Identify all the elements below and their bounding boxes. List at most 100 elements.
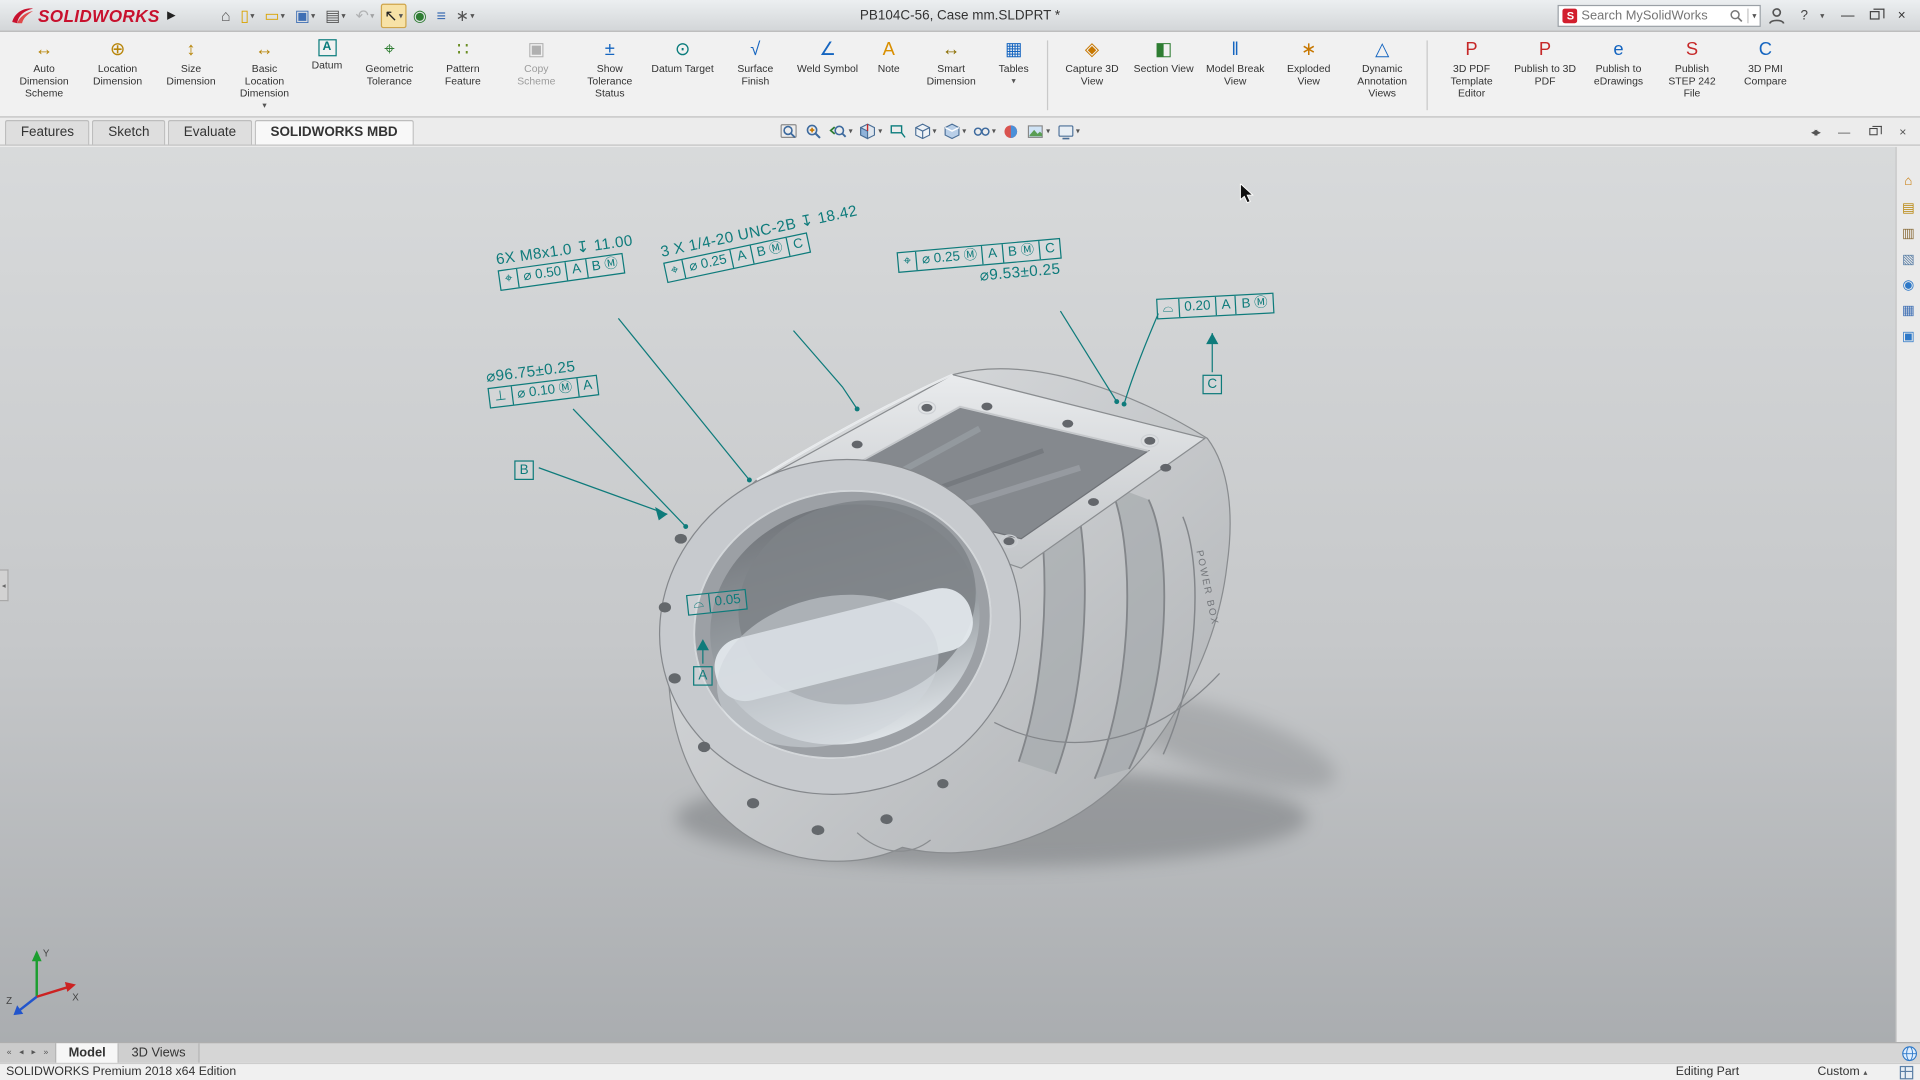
pane-arrows-button[interactable]: ◂▸ (1805, 121, 1825, 139)
select-button[interactable]: ↖▾ (381, 3, 407, 27)
options-button[interactable]: ∗▾ (452, 3, 478, 27)
ribbon-button-pattern-feature[interactable]: ∷Pattern Feature (426, 34, 499, 116)
feature-tree-collapse-handle[interactable]: ◂ (0, 569, 9, 601)
ribbon-button-publish-step-242-file[interactable]: SPublish STEP 242 File (1655, 34, 1728, 116)
bottom-tab-model[interactable]: Model (56, 1043, 119, 1063)
ribbon-button-publish-to-edrawings[interactable]: ePublish to eDrawings (1582, 34, 1655, 116)
dropdown-caret-icon[interactable]: ▾ (992, 126, 996, 136)
dropdown-caret-icon[interactable]: ▾ (311, 10, 315, 20)
gdt-annotation[interactable]: C (1202, 375, 1222, 395)
custom-properties-button[interactable]: ▦ (1898, 300, 1919, 320)
ribbon-button-model-break-view[interactable]: ‖Model Break View (1199, 34, 1272, 116)
tab-features[interactable]: Features (5, 120, 90, 144)
ribbon-button-smart-dimension[interactable]: ↔Smart Dimension (914, 34, 987, 116)
ribbon-button-location-dimension[interactable]: ⊕Location Dimension (81, 34, 154, 116)
ribbon-button-datum-target[interactable]: ⊙Datum Target (647, 34, 719, 116)
design-library-button[interactable]: ▤ (1898, 197, 1919, 217)
web-help-globe-icon[interactable] (1898, 1043, 1920, 1063)
search-icon[interactable] (1729, 8, 1744, 23)
ribbon-button-section-view[interactable]: ◧Section View (1129, 34, 1199, 116)
scroll-right-button[interactable]: ▸ (28, 1047, 39, 1059)
undo-button[interactable]: ↶▾ (352, 3, 378, 27)
dropdown-caret-icon[interactable]: ▾ (1076, 126, 1080, 136)
dropdown-caret-icon[interactable]: ▾ (250, 10, 254, 20)
zoom-to-fit-button[interactable] (779, 120, 800, 142)
ribbon-button-publish-to-3d-pdf[interactable]: PPublish to 3D PDF (1508, 34, 1581, 116)
scroll-last-button[interactable]: » (40, 1047, 51, 1059)
dropdown-caret-icon[interactable]: ▾ (1046, 126, 1050, 136)
file-properties-button[interactable]: ≡ (433, 3, 450, 27)
graphics-viewport[interactable]: POWER BOX (0, 147, 1896, 1042)
user-account-icon[interactable] (1766, 4, 1788, 26)
menu-flyout-arrow-icon[interactable]: ▶ (167, 9, 175, 22)
gdt-annotation[interactable]: A (693, 666, 713, 686)
restore-button[interactable] (1861, 3, 1888, 27)
ribbon-button-capture-3d-view[interactable]: ◈Capture 3D View (1055, 34, 1128, 116)
ribbon-button-note[interactable]: ANote (863, 34, 914, 116)
ribbon-button-dynamic-annotation-views[interactable]: △Dynamic Annotation Views (1345, 34, 1418, 116)
ribbon-button-copy-scheme[interactable]: ▣Copy Scheme (500, 34, 573, 116)
doc-restore-button[interactable] (1864, 121, 1884, 139)
solidworks-forum-button[interactable]: ▣ (1898, 326, 1919, 346)
scroll-left-button[interactable]: ◂ (16, 1047, 27, 1059)
print-button[interactable]: ▤▾ (321, 3, 349, 27)
file-explorer-button[interactable]: ▥ (1898, 223, 1919, 243)
ribbon-button-datum[interactable]: ADatum (301, 34, 352, 116)
edit-appearance-button[interactable] (1001, 120, 1022, 142)
ribbon-button-basic-location-dimension[interactable]: ↔Basic Location Dimension▾ (228, 34, 301, 116)
ribbon-button-weld-symbol[interactable]: ∠Weld Symbol (792, 34, 863, 116)
help-icon[interactable]: ? (1793, 4, 1815, 26)
search-input[interactable] (1581, 8, 1725, 23)
ribbon-button-exploded-view[interactable]: ∗Exploded View (1272, 34, 1345, 116)
previous-view-button[interactable]: ▾ (828, 120, 854, 142)
bottom-tab-3d-views[interactable]: 3D Views (119, 1043, 199, 1063)
close-button[interactable]: × (1888, 3, 1915, 27)
dropdown-caret-icon[interactable]: ▾ (1011, 76, 1015, 86)
minimize-button[interactable]: — (1834, 3, 1861, 27)
dropdown-caret-icon[interactable]: ▾ (262, 100, 266, 110)
gdt-annotation[interactable]: B (514, 460, 534, 480)
view-palette-button[interactable]: ▧ (1898, 249, 1919, 269)
zoom-to-area-button[interactable] (803, 120, 824, 142)
search-options-caret-icon[interactable]: ▾ (1752, 10, 1756, 20)
dropdown-caret-icon[interactable]: ▾ (878, 126, 882, 136)
ribbon-button-3d-pmi-compare[interactable]: C3D PMI Compare (1729, 34, 1802, 116)
status-tag-icon[interactable] (1899, 1065, 1914, 1080)
dropdown-caret-icon[interactable]: ▾ (399, 10, 403, 20)
apply-scene-button[interactable]: ▾ (1025, 120, 1051, 142)
solidworks-resources-button[interactable]: ⌂ (1898, 171, 1919, 191)
new-document-button[interactable]: ▯▾ (237, 3, 259, 27)
tab-sketch[interactable]: Sketch (92, 120, 165, 144)
dropdown-caret-icon[interactable]: ▾ (962, 126, 966, 136)
tab-evaluate[interactable]: Evaluate (168, 120, 252, 144)
home-button[interactable]: ⌂ (217, 3, 234, 27)
section-view-button[interactable]: ▾ (857, 120, 883, 142)
doc-close-button[interactable]: × (1893, 121, 1913, 139)
view-settings-button[interactable]: ▾ (1055, 120, 1081, 142)
dropdown-caret-icon[interactable]: ▾ (932, 126, 936, 136)
tab-solidworks-mbd[interactable]: SOLIDWORKS MBD (255, 120, 414, 144)
ribbon-button-surface-finish[interactable]: √Surface Finish (719, 34, 792, 116)
save-button[interactable]: ▣▾ (291, 3, 319, 27)
appearances-scenes-button[interactable]: ◉ (1898, 274, 1919, 294)
hide-show-items-button[interactable]: ▾ (971, 120, 997, 142)
open-button[interactable]: ▭▾ (261, 3, 289, 27)
view-orientation-button[interactable]: ▾ (912, 120, 938, 142)
display-style-button[interactable]: ▾ (941, 120, 967, 142)
dropdown-caret-icon[interactable]: ▾ (281, 10, 285, 20)
ribbon-button-tables[interactable]: ▦Tables▾ (988, 34, 1039, 116)
scroll-first-button[interactable]: « (4, 1047, 15, 1059)
dropdown-caret-icon[interactable]: ▾ (849, 126, 853, 136)
rebuild-button[interactable]: ◉ (409, 3, 430, 27)
doc-minimize-button[interactable]: — (1834, 121, 1854, 139)
search-box[interactable]: S ▾ (1558, 4, 1761, 26)
dynamic-annotation-views-button[interactable] (887, 120, 908, 142)
ribbon-button-geometric-tolerance[interactable]: ⌖Geometric Tolerance (353, 34, 426, 116)
ribbon-button-auto-dimension-scheme[interactable]: ↔Auto Dimension Scheme (7, 34, 80, 116)
dropdown-caret-icon[interactable]: ▾ (370, 10, 374, 20)
ribbon-button-show-tolerance-status[interactable]: ±Show Tolerance Status (573, 34, 646, 116)
dropdown-caret-icon[interactable]: ▾ (470, 10, 474, 20)
ribbon-button-size-dimension[interactable]: ↕Size Dimension (154, 34, 227, 116)
help-caret-icon[interactable]: ▾ (1820, 10, 1824, 20)
unit-system-selector[interactable]: Custom ▴ (1817, 1065, 1867, 1078)
